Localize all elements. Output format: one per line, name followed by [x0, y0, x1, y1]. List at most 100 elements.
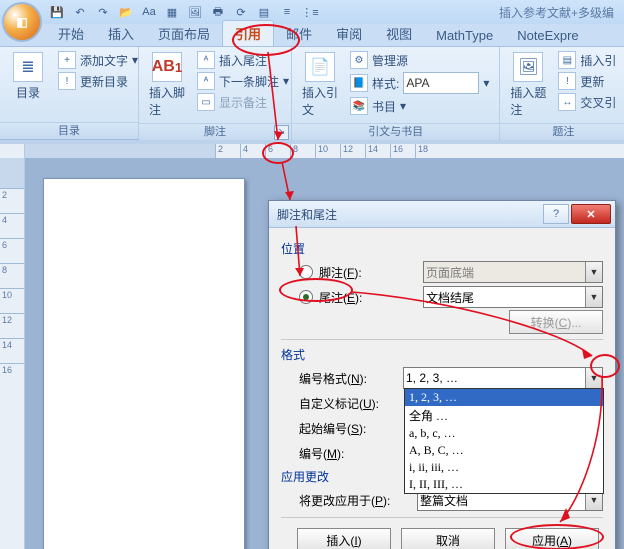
group-footnotes: AB1 插入脚注 ᴬ插入尾注 ᴬ下一条脚注 ▾ ▭显示备注 脚注↘ — [139, 47, 292, 139]
qat-indent[interactable]: ▤ — [254, 2, 274, 22]
qat-refresh[interactable]: ⟳ — [231, 2, 251, 22]
chevron-down-icon[interactable]: ▼ — [585, 368, 602, 388]
chevron-down-icon[interactable]: ▼ — [585, 287, 602, 307]
dialog-titlebar[interactable]: 脚注和尾注 ? ✕ — [269, 201, 615, 228]
ribbon-tabs: 开始 插入 页面布局 引用 邮件 审阅 视图 MathType NoteExpr… — [0, 24, 624, 47]
qat-print[interactable]: 🖶 — [208, 2, 228, 22]
group-toc: ≣ 目录 +添加文字 ▾ !更新目录 目录 — [0, 47, 139, 139]
qat-bullets[interactable]: ⋮≡ — [300, 2, 320, 22]
show-notes-button[interactable]: ▭显示备注 — [193, 92, 293, 112]
tab-mathtype[interactable]: MathType — [424, 25, 505, 46]
label-applyto: 将更改应用于(P): — [299, 492, 417, 509]
tab-insert[interactable]: 插入 — [96, 21, 146, 46]
update-toc-button[interactable]: !更新目录 — [54, 71, 142, 91]
radio-endnote[interactable] — [299, 290, 313, 304]
update-caption-label: 更新 — [580, 73, 604, 90]
insert-caption-label: 插入题注 — [510, 84, 546, 118]
toc-label: 目录 — [16, 84, 40, 101]
footnotes-dialog-launcher[interactable]: ↘ — [274, 125, 289, 140]
manage-sources-icon: ⚙ — [350, 51, 368, 69]
group-citations: 📄 插入引文 ⚙管理源 📘样式: ▾ 📚书目 ▾ 引文与书目 — [292, 47, 500, 139]
insert-caption-button[interactable]: 🖼 插入题注 — [506, 50, 550, 120]
insert-footnote-label: 插入脚注 — [149, 84, 185, 118]
cross-ref-button[interactable]: ↔交叉引 — [554, 92, 620, 112]
qat-list[interactable]: ≡ — [277, 2, 297, 22]
office-button[interactable]: ◧ — [2, 2, 42, 42]
qat-open[interactable]: 📂 — [116, 2, 136, 22]
number-format-dropdown: 1, 2, 3, … 全角 … a, b, c, … A, B, C, … i,… — [404, 388, 604, 494]
section-format: 格式 — [281, 346, 603, 363]
label-custom: 自定义标记(U): — [299, 395, 403, 412]
citation-style-select[interactable] — [403, 72, 479, 94]
next-footnote-button[interactable]: ᴬ下一条脚注 ▾ — [193, 71, 293, 91]
tab-home[interactable]: 开始 — [46, 21, 96, 46]
label-numbering: 编号(M): — [299, 445, 403, 462]
insert-footnote-button[interactable]: AB1 插入脚注 — [145, 50, 189, 120]
insert-button[interactable]: 插入(I) — [297, 528, 391, 549]
insert-endnote-label: 插入尾注 — [219, 52, 267, 69]
update-caption-icon: ! — [558, 72, 576, 90]
tab-layout[interactable]: 页面布局 — [146, 21, 222, 46]
vertical-ruler[interactable]: 246810121416 — [0, 158, 25, 549]
qat-image[interactable]: 🖼 — [185, 2, 205, 22]
group-citations-label: 引文与书目 — [292, 123, 499, 140]
dialog-help-button[interactable]: ? — [543, 204, 569, 224]
show-notes-icon: ▭ — [197, 93, 215, 111]
tab-view[interactable]: 视图 — [374, 21, 424, 46]
radio-footnote[interactable] — [299, 265, 313, 279]
add-text-button[interactable]: +添加文字 ▾ — [54, 50, 142, 70]
qat-save[interactable]: 💾 — [47, 2, 67, 22]
numfmt-option[interactable]: 全角 … — [405, 406, 603, 425]
dialog-title: 脚注和尾注 — [273, 206, 541, 223]
footnote-ab-icon: AB1 — [152, 52, 182, 82]
add-text-icon: + — [58, 51, 76, 69]
label-start: 起始编号(S): — [299, 420, 403, 437]
convert-button: 转换(C)... — [509, 310, 603, 334]
tab-mail[interactable]: 邮件 — [274, 21, 324, 46]
bibliography-button[interactable]: 📚书目 ▾ — [346, 96, 493, 116]
numfmt-option[interactable]: a, b, c, … — [405, 425, 603, 442]
group-captions: 🖼 插入题注 ▤插入引 !更新 ↔交叉引 题注 — [500, 47, 624, 139]
endnote-location-select[interactable]: 文档结尾▼ — [423, 286, 603, 308]
insert-endnote-icon: ᴬ — [197, 51, 215, 69]
document-page[interactable] — [43, 178, 245, 549]
toc-button[interactable]: ≣ 目录 — [6, 50, 50, 103]
qat-font[interactable]: Aa — [139, 2, 159, 22]
group-toc-label: 目录 — [0, 122, 138, 139]
dialog-close-button[interactable]: ✕ — [571, 204, 611, 224]
style-row: 📘样式: ▾ — [346, 71, 493, 95]
cross-ref-label: 交叉引 — [580, 94, 616, 111]
numfmt-option[interactable]: A, B, C, … — [405, 442, 603, 459]
bibliography-label: 书目 — [372, 98, 396, 115]
qat-redo[interactable]: ↷ — [93, 2, 113, 22]
qat-table[interactable]: ▦ — [162, 2, 182, 22]
qat-undo[interactable]: ↶ — [70, 2, 90, 22]
ribbon: ≣ 目录 +添加文字 ▾ !更新目录 目录 AB1 插入脚注 ᴬ插入尾注 ᴬ下一… — [0, 47, 624, 140]
manage-sources-button[interactable]: ⚙管理源 — [346, 50, 493, 70]
manage-sources-label: 管理源 — [372, 52, 408, 69]
label-numfmt: 编号格式(N): — [299, 370, 403, 387]
cancel-button[interactable]: 取消 — [401, 528, 495, 549]
next-footnote-icon: ᴬ — [197, 72, 215, 90]
show-notes-label: 显示备注 — [219, 94, 267, 111]
tab-review[interactable]: 审阅 — [324, 21, 374, 46]
numfmt-option[interactable]: 1, 2, 3, … — [405, 389, 603, 406]
insert-tof-button[interactable]: ▤插入引 — [554, 50, 620, 70]
tab-references[interactable]: 引用 — [222, 20, 274, 46]
numfmt-option[interactable]: I, II, III, … — [405, 476, 603, 493]
insert-tof-label: 插入引 — [580, 52, 616, 69]
insert-citation-button[interactable]: 📄 插入引文 — [298, 50, 342, 120]
tab-noteexpress[interactable]: NoteExpre — [505, 25, 590, 46]
update-caption-button[interactable]: !更新 — [554, 71, 620, 91]
footnote-endnote-dialog: 脚注和尾注 ? ✕ 位置 脚注(F): 页面底端▼ 尾注(E): 文档结尾▼ 转… — [268, 200, 616, 549]
number-format-select[interactable]: 1, 2, 3, …▼ 1, 2, 3, … 全角 … a, b, c, … A… — [403, 367, 603, 389]
group-footnotes-label: 脚注↘ — [139, 123, 291, 140]
insert-tof-icon: ▤ — [558, 51, 576, 69]
insert-endnote-button[interactable]: ᴬ插入尾注 — [193, 50, 293, 70]
next-footnote-label: 下一条脚注 — [219, 73, 279, 90]
style-icon: 📘 — [350, 74, 368, 92]
insert-citation-label: 插入引文 — [302, 84, 338, 118]
numfmt-option[interactable]: i, ii, iii, … — [405, 459, 603, 476]
label-footnote: 脚注(F): — [319, 264, 423, 281]
apply-button[interactable]: 应用(A) — [505, 528, 599, 549]
